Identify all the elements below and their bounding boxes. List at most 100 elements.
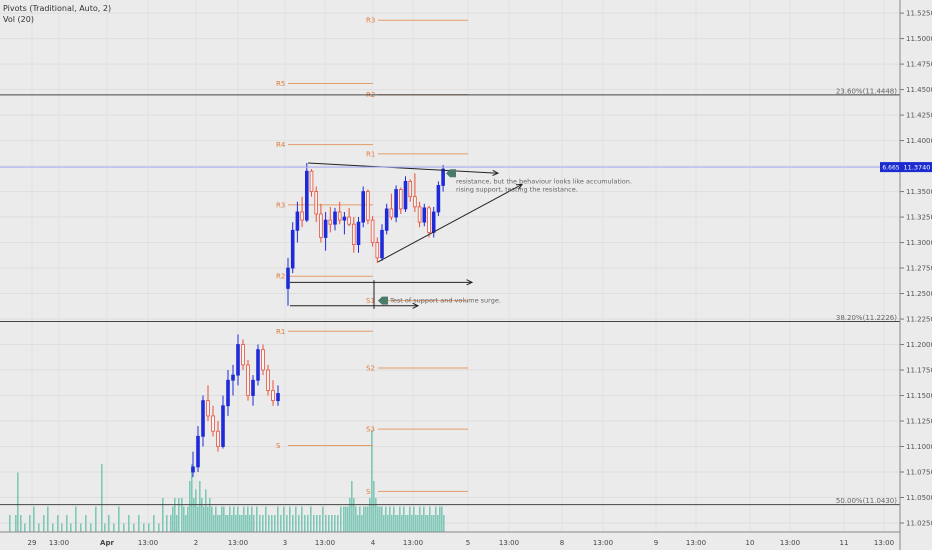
volume-bar [295,506,297,532]
volume-bar [66,515,68,532]
volume-bar [409,506,411,532]
pivot-label: R5 [276,80,285,88]
candle-body [333,211,337,225]
annotation-text: resistance, but the behaviour looks like… [456,177,632,185]
volume-bar [211,506,213,532]
volume-bar [70,523,72,532]
volume-bar [118,506,120,532]
volume-bar [33,506,35,532]
time-tick-label: 3 [283,539,287,547]
volume-bar [403,506,405,532]
volume-bar [128,515,130,532]
candle-body [351,223,356,245]
time-tick-label: 10 [746,539,755,547]
pivots-legend[interactable]: Pivots (Traditional, Auto, 2) [3,3,111,14]
volume-bar [52,523,54,532]
volume-bar [75,506,77,532]
volume-bar [235,515,237,532]
candle-body [328,219,333,225]
volume-bar [379,506,381,532]
volume-bar [231,515,233,532]
volume-bar [313,515,315,532]
candle-body [201,400,205,437]
candle-body [290,229,295,269]
price-tick-label: 11.2000 [906,341,932,349]
indicator-legend: Pivots (Traditional, Auto, 2) Vol (20) [3,3,111,25]
volume-bar [298,515,300,532]
volume-bar [359,506,361,532]
volume-bar [334,515,336,532]
volume-bar [108,515,110,532]
volume-bar [9,515,11,532]
volume-bar [223,506,225,532]
volume-bar [205,489,207,532]
candle-body [347,216,351,225]
price-tick-label: 11.5250 [906,10,932,18]
volume-bar [253,515,255,532]
volume-bar [241,515,243,532]
volume-bar [307,515,309,532]
candle-body [394,189,398,218]
volume-bar [20,515,22,532]
volume-bar [133,523,135,532]
price-tick-label: 11.1500 [906,392,932,400]
price-tick-label: 11.2250 [906,316,932,324]
volume-bar [310,506,312,532]
time-tick-label: 8 [560,539,564,547]
candle-body [241,344,245,366]
pivot-label: S2 [366,364,375,372]
volume-bar [413,506,415,532]
volume-bar [343,506,345,532]
volume-bar [38,523,40,532]
volume-bar [405,515,407,532]
volume-bar [170,515,172,532]
volume-bar [189,481,191,532]
volume-bar [340,506,342,532]
volume-bar [411,515,413,532]
candle-body [323,219,328,238]
volume-bar [353,498,355,532]
volume-bar [221,506,223,532]
volume-bar [85,515,87,532]
volume-bar [375,498,377,532]
volume-bar [227,515,229,532]
candle-body [276,393,280,402]
candle-body [413,196,417,208]
candle-body [304,170,309,221]
volume-bar [361,515,363,532]
candle-body [286,267,290,289]
pivot-label: R4 [276,141,286,149]
candle-body [380,229,384,259]
volume-bar [256,506,258,532]
price-tick-label: 11.1250 [906,418,932,426]
volume-bar [427,515,429,532]
candle-body [236,344,240,376]
candle-body [356,221,361,245]
volume-bar [225,515,227,532]
candle-body [389,208,394,218]
volume-bar [351,481,353,532]
current-price-label: 11.3740 [904,164,931,172]
volume-bar [407,515,409,532]
candle-body [408,180,412,198]
volume-bar [183,506,185,532]
volume-bar [347,506,349,532]
fib-label: 23.60%(11.4448) [836,87,897,95]
volume-bar [47,506,49,532]
volume-bar [138,515,140,532]
time-tick-label: 13:00 [138,539,158,547]
candle-body [256,349,260,381]
vol-legend[interactable]: Vol (20) [3,14,111,25]
volume-bar [29,515,31,532]
volume-bar [304,515,306,532]
volume-bar [437,515,439,532]
time-tick-label: 13:00 [780,539,800,547]
volume-bar [433,515,435,532]
pivot-label: R1 [366,150,375,158]
candle-body [309,170,314,192]
volume-bar [123,523,125,532]
price-chart[interactable]: R3R5R2R4R1R3R2S1R1S2S3SS 23.60%(11.4448)… [0,0,932,550]
volume-bar [213,515,215,532]
candle-body [436,185,441,213]
volume-bar [166,515,168,532]
